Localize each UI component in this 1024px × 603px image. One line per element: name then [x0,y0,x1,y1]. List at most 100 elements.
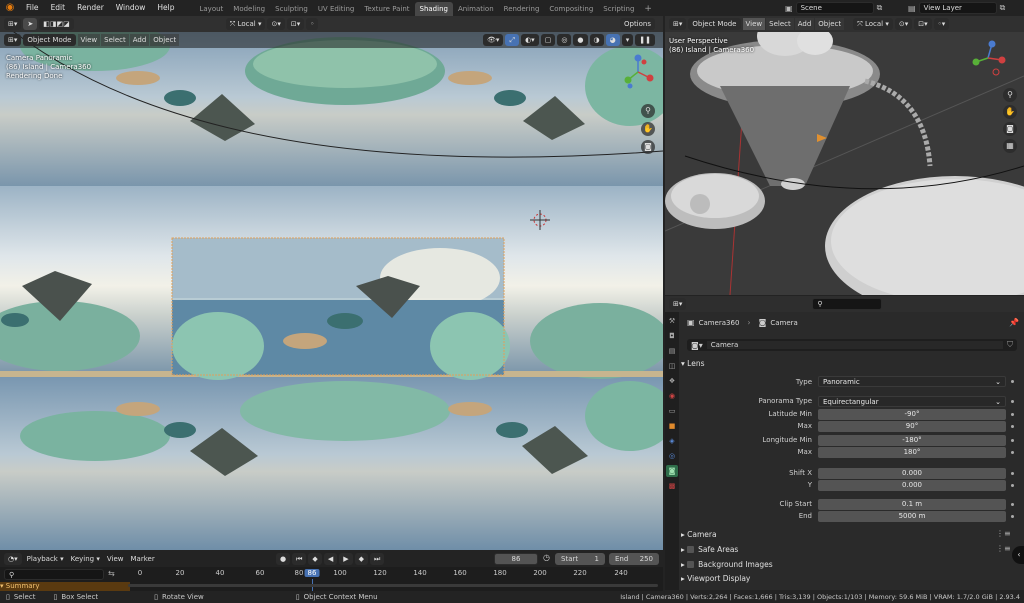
keyframe-dot[interactable] [1011,515,1014,518]
editor-type-icon[interactable]: ⊞▾ [4,18,22,30]
editor-type-icon[interactable]: ⊞▾ [669,18,687,30]
tab-texture-paint[interactable]: Texture Paint [359,2,414,16]
xray-icon[interactable]: ▢ [540,34,556,46]
keyframe-dot[interactable] [1011,400,1014,403]
next-keyframe-icon[interactable]: ◆ [354,553,368,565]
menu-file[interactable]: File [20,0,45,16]
3d-viewport[interactable]: ⊞▾ Object Mode View Select Add Object ⤧ … [665,16,1024,295]
timeline-scrollbar[interactable] [128,584,658,587]
transform-orientation-dropdown[interactable]: ⤧ Local ▾ [225,18,266,30]
panorama-type-dropdown[interactable]: Equirectangular ⌄ [818,396,1006,407]
background-images-checkbox[interactable] [687,561,695,568]
select-tool-icon[interactable]: ➤ [23,18,38,30]
safe-areas-subpanel-header[interactable]: ▸ Safe Areas [681,545,738,554]
keyframe-dot[interactable] [1011,484,1014,487]
datablock-name[interactable]: Camera [706,341,1003,349]
navigation-gizmo[interactable] [620,54,656,90]
camera-datablock-selector[interactable]: ◙▾ Camera ⛉ [687,339,1017,351]
pause-render-icon[interactable]: ❚❚ [635,34,655,46]
background-images-subpanel-header[interactable]: ▸ Background Images [681,560,773,569]
tab-scripting[interactable]: Scripting [598,2,639,16]
longitude-max-field[interactable]: 180° [818,447,1006,458]
new-view-layer-icon[interactable]: ⧉ [1000,3,1006,13]
editor-type-icon[interactable]: ⊞▾ [669,298,687,310]
keyframe-dot[interactable] [1011,503,1014,506]
record-icon[interactable]: ● [276,553,291,565]
summary-row[interactable]: ▾ Summary [0,582,130,591]
pivot-icon[interactable]: ⊙▾ [894,18,913,30]
keying-menu[interactable]: Keying ▾ [68,553,103,565]
snap-icon[interactable]: ⊡▾ [914,18,932,30]
playback-menu[interactable]: Playback ▾ [24,553,67,565]
menu-object[interactable]: Object [150,34,180,46]
end-frame-field[interactable]: End 250 [609,553,659,565]
mode-dropdown[interactable]: Object Mode [23,34,76,46]
world-tab-icon[interactable]: ◉ [666,390,678,402]
camera-data-tab-icon[interactable]: ◙ [666,465,678,477]
camera-view-icon[interactable]: ◙ [641,140,655,154]
editor-type-icon[interactable]: ⊞▾ [4,34,22,46]
view-layer-field[interactable]: View Layer [918,2,997,14]
current-frame-field[interactable]: 86 [494,553,538,565]
modifier-tab-icon[interactable]: ◈ [666,435,678,447]
options-dropdown[interactable]: Options [619,18,655,30]
zoom-icon[interactable]: ⚲ [1003,88,1017,102]
menu-render[interactable]: Render [71,0,110,16]
sidebar-toggle-icon[interactable]: ‹ [1012,546,1024,564]
proportional-edit-icon[interactable]: ◦▾ [933,18,950,30]
jump-start-icon[interactable]: ⏮ [292,553,307,565]
menu-select[interactable]: Select [101,34,129,46]
properties-search-input[interactable]: ⚲ [812,298,883,310]
keyframe-dot[interactable] [1011,439,1014,442]
prev-keyframe-icon[interactable]: ◆ [308,553,322,565]
shift-x-field[interactable]: 0.000 [818,468,1006,479]
object-tab-icon[interactable]: ■ [666,420,678,432]
gizmo-toggle-icon[interactable]: ⤢ [505,34,520,46]
visibility-icon[interactable]: 👁▾ [483,34,504,46]
view-layer-tab-icon[interactable]: ◫ [666,360,678,372]
add-workspace-icon[interactable]: + [639,2,657,16]
latitude-min-field[interactable]: -90° [818,409,1006,420]
jump-end-icon[interactable]: ⏭ [369,553,385,565]
start-frame-field[interactable]: Start 1 [555,553,605,565]
list-menu-icon[interactable]: ⋮≡ [996,529,1011,538]
fake-user-shield-icon[interactable]: ⛉ [1007,340,1013,350]
tool-tab-icon[interactable]: ⚒ [666,315,678,327]
lens-panel-header[interactable]: ▾ Lens [681,359,704,368]
menu-view[interactable]: View [742,18,766,30]
play-reverse-icon[interactable]: ◀ [323,553,338,565]
list-menu-icon[interactable]: ⋮≡ [996,544,1011,553]
snap-icon[interactable]: ⊡▾ [286,18,305,30]
tab-layout[interactable]: Layout [194,2,228,16]
viewport-display-subpanel-header[interactable]: ▸ Viewport Display [681,574,750,583]
menu-object[interactable]: Object [815,18,845,30]
scene-tab-icon[interactable]: ❖ [666,375,678,387]
menu-help[interactable]: Help [151,0,180,16]
playhead-frame-badge[interactable]: 86 [304,569,320,577]
tab-uv-editing[interactable]: UV Editing [313,2,360,16]
wireframe-shading-icon[interactable]: ◎ [557,34,572,46]
marker-menu[interactable]: Marker [128,553,158,565]
material-shading-icon[interactable]: ◑ [589,34,604,46]
blender-logo-icon[interactable]: ◉ [3,1,17,15]
keyframe-dot[interactable] [1011,451,1014,454]
proportional-edit-icon[interactable]: ◦ [306,18,319,30]
clip-end-field[interactable]: 5000 m [818,511,1006,522]
shift-y-field[interactable]: 0.000 [818,480,1006,491]
render-tab-icon[interactable]: ◘ [666,330,678,342]
swap-icon[interactable]: ⇆ [108,569,115,578]
transform-orientation-dropdown[interactable]: ⤧ Local ▾ [853,18,893,30]
longitude-min-field[interactable]: -180° [818,435,1006,446]
menu-edit[interactable]: Edit [45,0,72,16]
rendered-shading-icon[interactable]: ◕ [605,34,620,46]
grid-view-icon[interactable]: ▦ [1003,139,1017,153]
tab-modeling[interactable]: Modeling [228,2,270,16]
type-dropdown[interactable]: Panoramic ⌄ [818,376,1006,387]
pan-hand-icon[interactable]: ✋ [1003,105,1017,119]
collection-tab-icon[interactable]: ▭ [666,405,678,417]
camera-view-icon[interactable]: ◙ [1003,122,1017,136]
output-tab-icon[interactable]: ▤ [666,345,678,357]
tab-compositing[interactable]: Compositing [544,2,598,16]
tab-rendering[interactable]: Rendering [499,2,545,16]
menu-window[interactable]: Window [110,0,152,16]
